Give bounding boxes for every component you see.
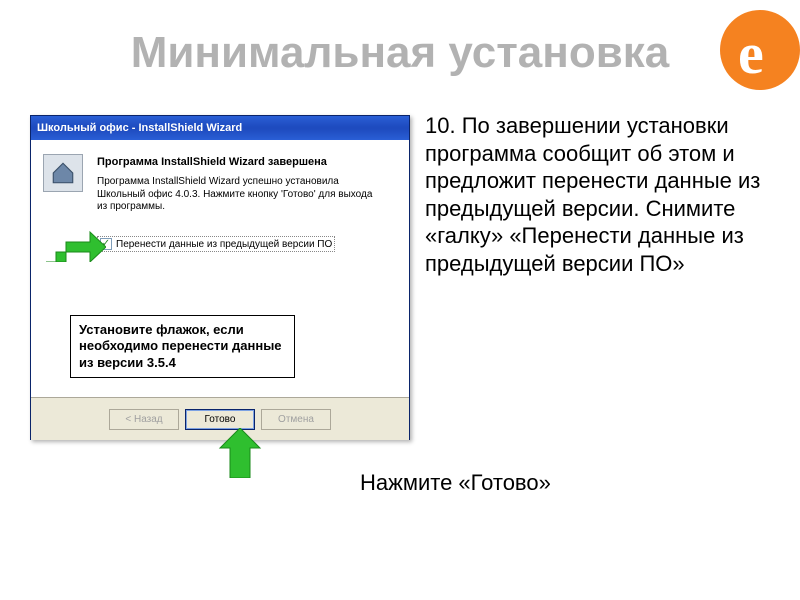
callout-text: Установите флажок, если необходимо перен…	[79, 322, 282, 370]
cancel-button: Отмена	[261, 409, 331, 430]
dialog-titlebar: Школьный офис - InstallShield Wizard	[31, 116, 409, 140]
callout-box: Установите флажок, если необходимо перен…	[70, 315, 295, 378]
back-button: < Назад	[109, 409, 179, 430]
arrow-to-finish-icon	[215, 428, 265, 478]
dialog-body-text: Программа InstallShield Wizard успешно у…	[97, 176, 377, 214]
dialog-heading: Программа InstallShield Wizard завершена	[97, 156, 327, 168]
page-title: Минимальная установка	[0, 28, 800, 78]
finish-button[interactable]: Готово	[185, 409, 255, 430]
transfer-data-checkbox-row: ✓ Перенести данные из предыдущей версии …	[97, 236, 335, 252]
installer-dialog: Школьный офис - InstallShield Wizard Про…	[30, 115, 410, 440]
installshield-logo-icon	[43, 154, 83, 192]
transfer-data-checkbox-label: Перенести данные из предыдущей версии ПО	[116, 239, 332, 250]
instruction-click-ready: Нажмите «Готово»	[360, 470, 551, 496]
instruction-text: 10. По завершении установки программа со…	[425, 112, 785, 277]
arrow-to-checkbox-icon	[46, 222, 106, 262]
